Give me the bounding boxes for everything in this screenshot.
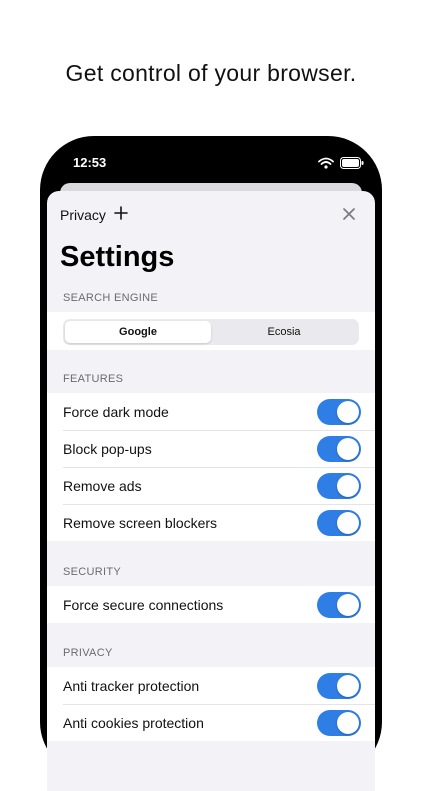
privacy-group: Anti tracker protection Anti cookies pro… xyxy=(47,667,375,741)
privacy-tab[interactable]: Privacy xyxy=(60,206,128,223)
setting-row-block-pop-ups: Block pop-ups xyxy=(47,430,375,467)
toggle-knob xyxy=(337,594,359,616)
wifi-icon xyxy=(318,156,334,174)
toggle-knob xyxy=(337,475,359,497)
settings-sheet: Privacy Settings SEARCH ENGINE Google Ec… xyxy=(47,191,375,791)
setting-label: Anti tracker protection xyxy=(63,677,200,694)
toggle-knob xyxy=(337,675,359,697)
battery-icon xyxy=(340,156,364,174)
remove-screen-blockers-toggle[interactable] xyxy=(317,510,361,536)
setting-label: Remove ads xyxy=(63,477,142,494)
section-header-security: SECURITY xyxy=(63,566,122,578)
search-engine-option-ecosia[interactable]: Ecosia xyxy=(211,321,357,343)
setting-row-force-dark-mode: Force dark mode xyxy=(47,393,375,430)
nav-bar: Privacy xyxy=(47,191,375,237)
status-time: 12:53 xyxy=(73,155,107,170)
plus-icon[interactable] xyxy=(114,206,128,223)
toggle-knob xyxy=(337,438,359,460)
toggle-knob xyxy=(337,712,359,734)
setting-label: Anti cookies protection xyxy=(63,714,204,731)
force-secure-connections-toggle[interactable] xyxy=(317,592,361,618)
setting-row-remove-ads: Remove ads xyxy=(47,467,375,504)
search-engine-option-google[interactable]: Google xyxy=(65,321,211,343)
section-header-privacy: PRIVACY xyxy=(63,647,113,659)
setting-label: Force secure connections xyxy=(63,596,224,613)
setting-label: Remove screen blockers xyxy=(63,514,218,531)
setting-label: Force dark mode xyxy=(63,403,169,420)
toggle-knob xyxy=(337,401,359,423)
close-icon[interactable] xyxy=(341,206,357,222)
section-header-search-engine: SEARCH ENGINE xyxy=(63,292,158,304)
page-title: Settings xyxy=(60,241,175,273)
setting-row-remove-screen-blockers: Remove screen blockers xyxy=(47,504,375,541)
search-engine-segmented-control: Google Ecosia xyxy=(63,319,359,345)
toggle-knob xyxy=(337,512,359,534)
setting-row-force-secure-connections: Force secure connections xyxy=(47,586,375,623)
remove-ads-toggle[interactable] xyxy=(317,473,361,499)
status-icons xyxy=(318,156,364,174)
security-group: Force secure connections xyxy=(47,586,375,623)
force-dark-mode-toggle[interactable] xyxy=(317,399,361,425)
section-header-features: FEATURES xyxy=(63,373,124,385)
anti-tracker-protection-toggle[interactable] xyxy=(317,673,361,699)
anti-cookies-protection-toggle[interactable] xyxy=(317,710,361,736)
privacy-tab-label: Privacy xyxy=(60,206,106,223)
setting-label: Block pop-ups xyxy=(63,440,152,457)
search-engine-group: Google Ecosia xyxy=(47,312,375,350)
block-pop-ups-toggle[interactable] xyxy=(317,436,361,462)
headline: Get control of your browser. xyxy=(65,60,357,86)
setting-row-anti-cookies-protection: Anti cookies protection xyxy=(47,704,375,741)
setting-row-anti-tracker-protection: Anti tracker protection xyxy=(47,667,375,704)
features-group: Force dark mode Block pop-ups Remove ads… xyxy=(47,393,375,541)
